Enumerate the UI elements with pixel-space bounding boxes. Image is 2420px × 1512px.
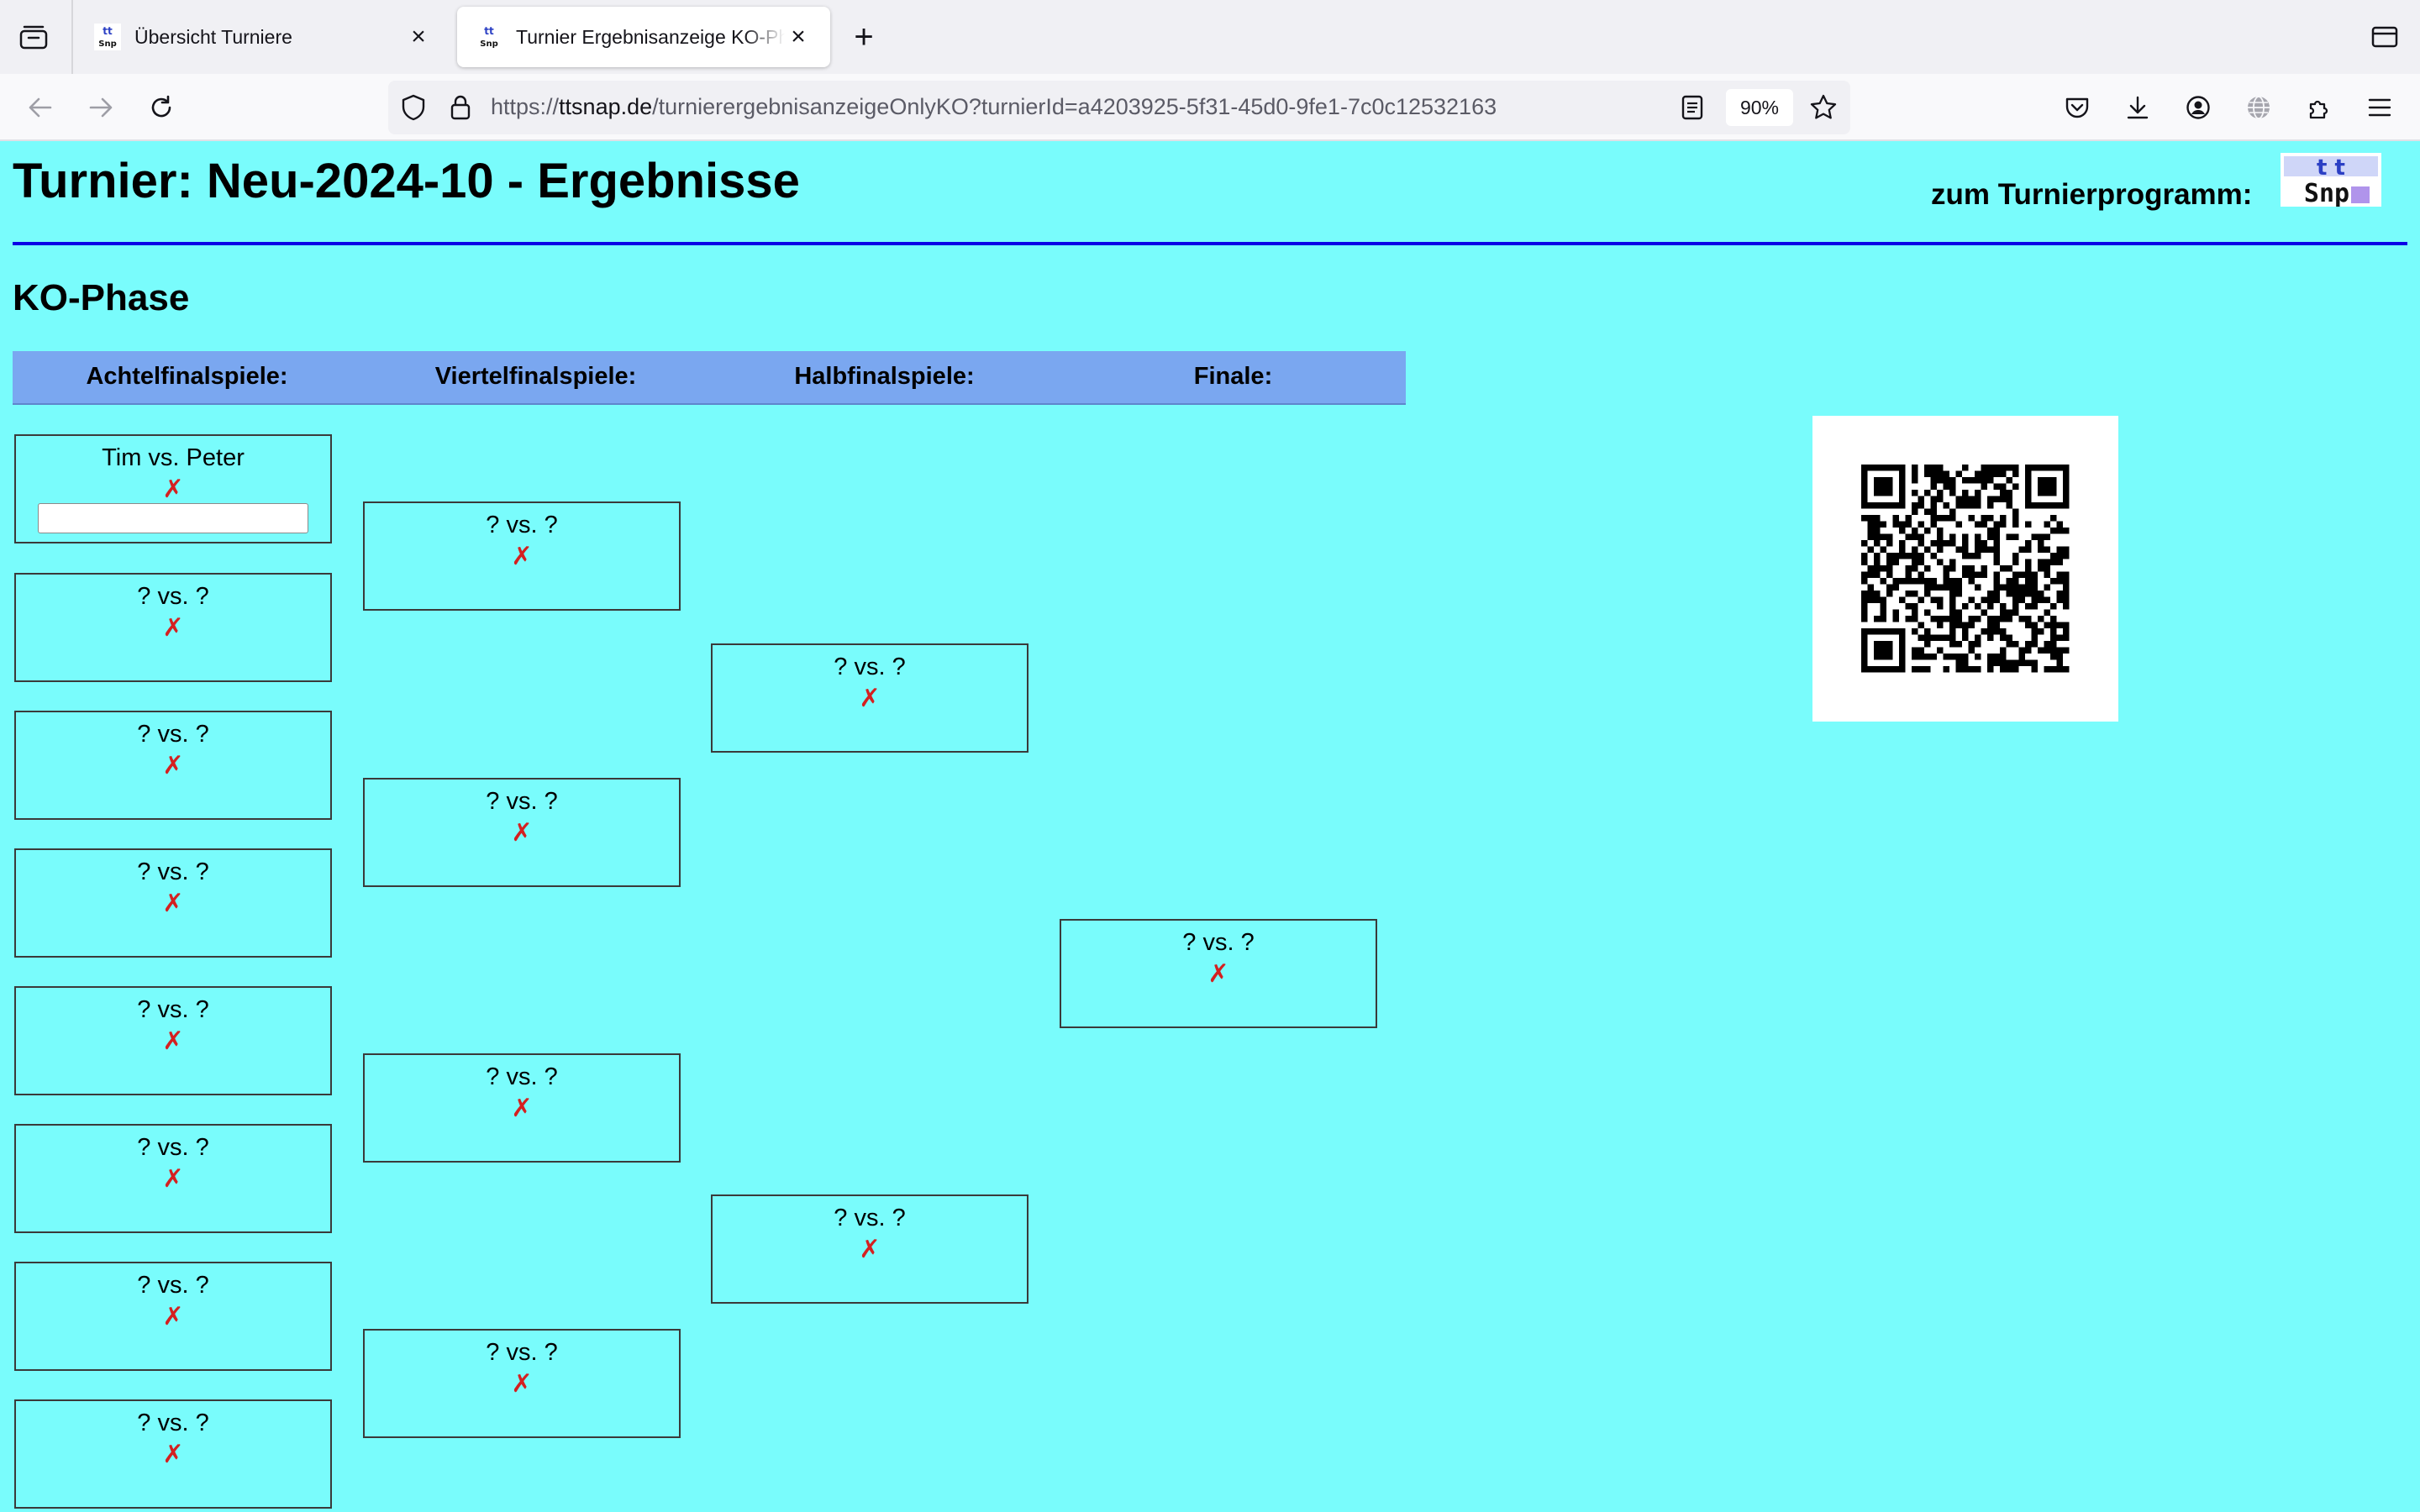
extensions-icon[interactable] bbox=[2301, 89, 2338, 126]
cross-mark-icon: ✗ bbox=[511, 1095, 533, 1122]
cross-mark-icon: ✗ bbox=[859, 685, 881, 712]
svg-text:t t: t t bbox=[2317, 155, 2345, 181]
cross-mark-icon: ✗ bbox=[511, 1370, 533, 1398]
account-icon[interactable] bbox=[2180, 89, 2217, 126]
tournament-program-link[interactable]: zum Turnierprogramm: bbox=[1931, 178, 2252, 212]
cross-mark-icon: ✗ bbox=[511, 543, 533, 570]
match-title: ? vs. ? bbox=[137, 583, 209, 610]
cross-mark-icon: ✗ bbox=[162, 475, 184, 503]
tab-ergebnisanzeige-ko[interactable]: tt Snp Turnier Ergebnisanzeige KO-Phase × bbox=[457, 7, 830, 67]
section-title: KO-Phase bbox=[13, 277, 190, 318]
cross-mark-icon: ✗ bbox=[162, 1441, 184, 1468]
vpn-globe-icon[interactable] bbox=[2240, 89, 2277, 126]
match-viertelfinale-3[interactable]: ? vs. ? ✗ bbox=[363, 1053, 681, 1163]
cross-mark-icon: ✗ bbox=[162, 890, 184, 917]
match-title: ? vs. ? bbox=[486, 1063, 558, 1090]
ttsnap-logo[interactable]: t t Snp bbox=[2281, 153, 2381, 208]
download-icon[interactable] bbox=[2119, 89, 2156, 126]
zoom-level-button[interactable]: 90% bbox=[1726, 89, 1793, 126]
url-scheme: https:// bbox=[491, 94, 560, 119]
address-bar[interactable]: https://ttsnap.de/turnierergebnisanzeige… bbox=[388, 81, 1850, 134]
cross-mark-icon: ✗ bbox=[162, 1027, 184, 1055]
cross-mark-icon: ✗ bbox=[162, 614, 184, 642]
star-icon[interactable] bbox=[1808, 92, 1839, 123]
menu-icon[interactable] bbox=[2361, 89, 2398, 126]
match-achtelfinale-5[interactable]: ? vs. ? ✗ bbox=[14, 986, 332, 1095]
match-title: ? vs. ? bbox=[486, 788, 558, 815]
svg-text:Snp: Snp bbox=[480, 39, 497, 49]
list-all-tabs-icon[interactable] bbox=[2370, 22, 2400, 52]
round-label-viertelfinale: Viertelfinalspiele: bbox=[434, 363, 637, 390]
match-achtelfinale-6[interactable]: ? vs. ? ✗ bbox=[14, 1124, 332, 1233]
tab-title: Turnier Ergebnisanzeige KO-Phase bbox=[516, 25, 785, 48]
match-title: ? vs. ? bbox=[137, 996, 209, 1023]
match-title: Tim vs. Peter bbox=[102, 444, 245, 471]
round-label-halbfinale: Halbfinalspiele: bbox=[794, 363, 975, 390]
lock-icon[interactable] bbox=[445, 92, 476, 123]
forward-arrow-icon[interactable] bbox=[82, 89, 119, 126]
cross-mark-icon: ✗ bbox=[162, 1165, 184, 1193]
svg-text:Snp: Snp bbox=[98, 39, 116, 49]
cross-mark-icon: ✗ bbox=[511, 819, 533, 847]
tab-list-icon[interactable] bbox=[15, 18, 52, 55]
svg-text:tt: tt bbox=[103, 25, 113, 37]
url-host: ttsnap.de bbox=[559, 94, 653, 119]
close-icon[interactable]: × bbox=[785, 23, 812, 50]
match-viertelfinale-2[interactable]: ? vs. ? ✗ bbox=[363, 778, 681, 887]
reader-view-icon[interactable] bbox=[1677, 92, 1707, 123]
back-arrow-icon[interactable] bbox=[22, 89, 59, 126]
match-achtelfinale-4[interactable]: ? vs. ? ✗ bbox=[14, 848, 332, 958]
round-header: Achtelfinalspiele: Viertelfinalspiele: H… bbox=[13, 351, 1406, 405]
match-achtelfinale-7[interactable]: ? vs. ? ✗ bbox=[14, 1262, 332, 1371]
match-achtelfinale-8[interactable]: ? vs. ? ✗ bbox=[14, 1399, 332, 1509]
match-title: ? vs. ? bbox=[137, 1134, 209, 1161]
tab-uebersicht-turniere[interactable]: tt Snp Übersicht Turniere × bbox=[76, 7, 450, 67]
match-achtelfinale-3[interactable]: ? vs. ? ✗ bbox=[14, 711, 332, 820]
ttsnap-favicon-icon: tt Snp bbox=[94, 24, 121, 50]
page-title: Turnier: Neu-2024-10 - Ergebnisse bbox=[13, 154, 800, 208]
round-label-achtelfinale: Achtelfinalspiele: bbox=[86, 363, 288, 390]
match-title: ? vs. ? bbox=[834, 654, 906, 680]
cross-mark-icon: ✗ bbox=[1207, 960, 1229, 988]
result-input[interactable] bbox=[38, 503, 308, 533]
tab-bar: tt Snp Übersicht Turniere × tt Snp Turnier… bbox=[0, 0, 2420, 74]
match-achtelfinale-1[interactable]: Tim vs. Peter ✗ bbox=[14, 434, 332, 543]
ttsnap-favicon-icon: tt Snp bbox=[476, 24, 502, 50]
page-content: Turnier: Neu-2024-10 - Ergebnisse zum Tu… bbox=[0, 141, 2420, 1512]
tab-title: Übersicht Turniere bbox=[134, 25, 292, 48]
tab-separator bbox=[71, 0, 73, 74]
plus-icon[interactable]: + bbox=[847, 18, 881, 55]
round-label-finale: Finale: bbox=[1193, 363, 1273, 390]
match-title: ? vs. ? bbox=[486, 1339, 558, 1366]
qr-code bbox=[1812, 416, 2118, 722]
match-title: ? vs. ? bbox=[137, 858, 209, 885]
match-title: ? vs. ? bbox=[137, 1272, 209, 1299]
match-title: ? vs. ? bbox=[1182, 929, 1255, 956]
match-title: ? vs. ? bbox=[486, 512, 558, 538]
match-halbfinale-2[interactable]: ? vs. ? ✗ bbox=[711, 1194, 1028, 1304]
pocket-icon[interactable] bbox=[2059, 89, 2096, 126]
url-text[interactable]: https://ttsnap.de/turnierergebnisanzeige… bbox=[491, 94, 1497, 120]
match-viertelfinale-1[interactable]: ? vs. ? ✗ bbox=[363, 501, 681, 611]
qr-code-modules bbox=[1861, 465, 2070, 673]
match-title: ? vs. ? bbox=[137, 721, 209, 748]
cross-mark-icon: ✗ bbox=[162, 752, 184, 780]
url-path: /turnierergebnisanzeigeOnlyKO?turnierId=… bbox=[652, 94, 1497, 119]
title-divider bbox=[13, 242, 2407, 245]
navigation-toolbar: https://ttsnap.de/turnierergebnisanzeige… bbox=[0, 74, 2420, 141]
match-achtelfinale-2[interactable]: ? vs. ? ✗ bbox=[14, 573, 332, 682]
svg-text:Snp: Snp bbox=[2304, 179, 2349, 207]
match-viertelfinale-4[interactable]: ? vs. ? ✗ bbox=[363, 1329, 681, 1438]
close-icon[interactable]: × bbox=[405, 23, 432, 50]
match-title: ? vs. ? bbox=[834, 1205, 906, 1231]
cross-mark-icon: ✗ bbox=[162, 1303, 184, 1331]
match-halbfinale-1[interactable]: ? vs. ? ✗ bbox=[711, 643, 1028, 753]
match-finale[interactable]: ? vs. ? ✗ bbox=[1060, 919, 1377, 1028]
svg-text:tt: tt bbox=[484, 25, 494, 37]
match-title: ? vs. ? bbox=[137, 1410, 209, 1436]
reload-icon[interactable] bbox=[143, 89, 180, 126]
shield-icon[interactable] bbox=[398, 92, 429, 123]
cross-mark-icon: ✗ bbox=[859, 1236, 881, 1263]
